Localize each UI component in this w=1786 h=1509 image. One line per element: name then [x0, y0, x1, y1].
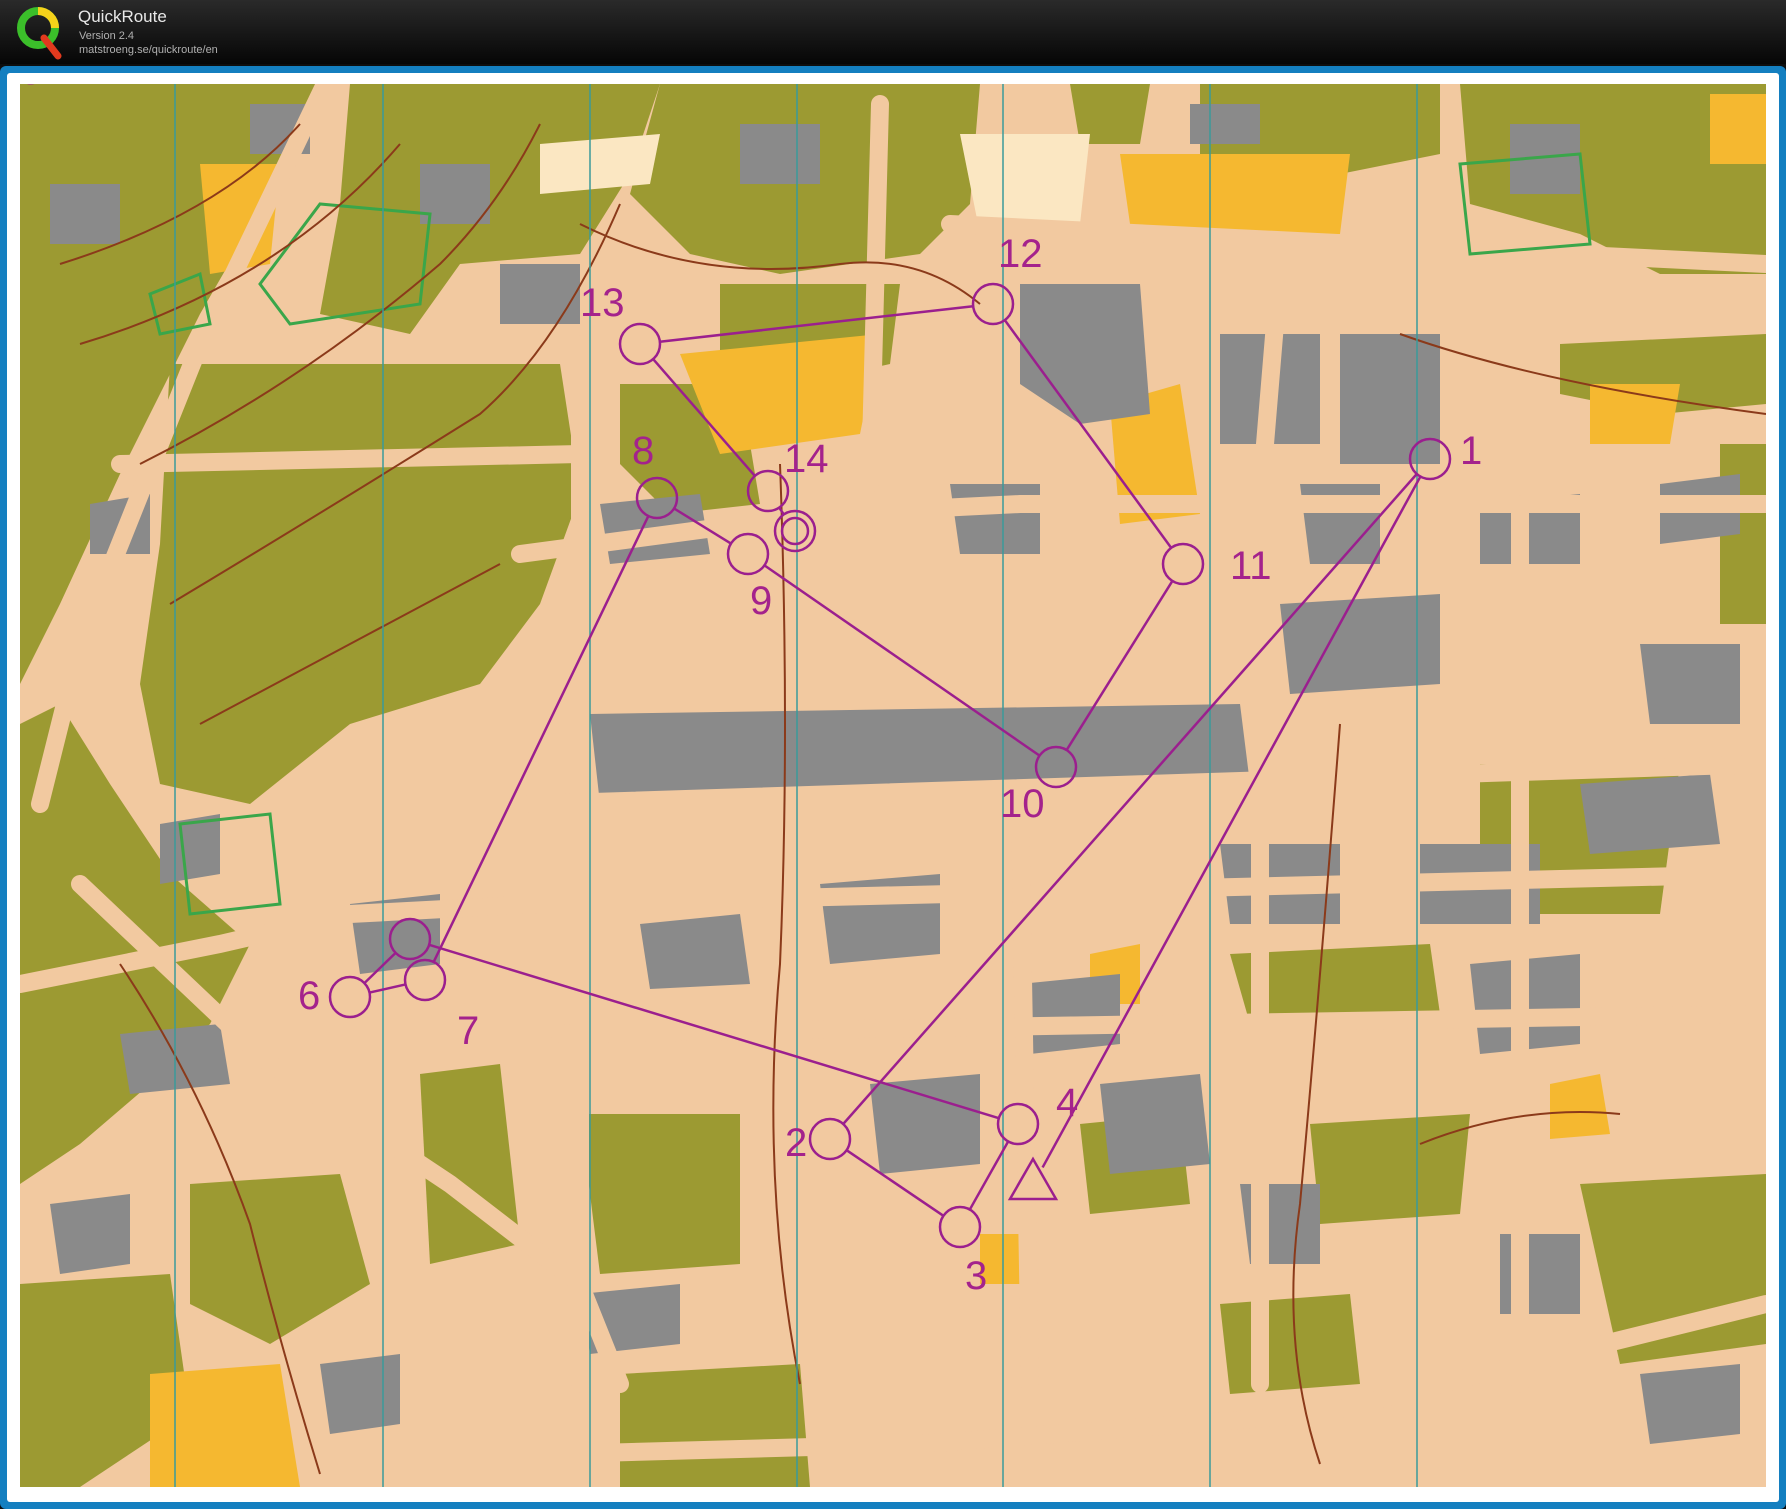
control-label-c10: 10 — [1000, 782, 1045, 826]
control-label-c4: 4 — [1056, 1081, 1078, 1125]
control-label-c11: 11 — [1230, 544, 1272, 588]
control-label-c8: 8 — [632, 429, 654, 473]
app-version: Version 2.4 — [79, 30, 135, 42]
control-label-c6: 6 — [298, 974, 320, 1018]
control-label-c13: 13 — [580, 281, 625, 325]
control-label-c5: 5 — [20, 84, 42, 93]
app-title: QuickRoute — [78, 7, 167, 26]
control-label-c3: 3 — [965, 1254, 987, 1298]
control-label-c12: 12 — [998, 232, 1043, 276]
control-label-c9: 9 — [750, 579, 772, 623]
control-label-c7: 7 — [457, 1009, 479, 1053]
control-label-c1: 1 — [1460, 429, 1482, 473]
control-label-c2: 2 — [785, 1121, 807, 1165]
orienteering-map[interactable]: 1234567891011121314 — [20, 84, 1766, 1487]
control-label-c14: 14 — [784, 437, 829, 481]
quickroute-logo-icon — [17, 7, 62, 60]
title-bar: QuickRoute Version 2.4 matstroeng.se/qui… — [0, 0, 1786, 64]
app-url: matstroeng.se/quickroute/en — [79, 44, 218, 56]
